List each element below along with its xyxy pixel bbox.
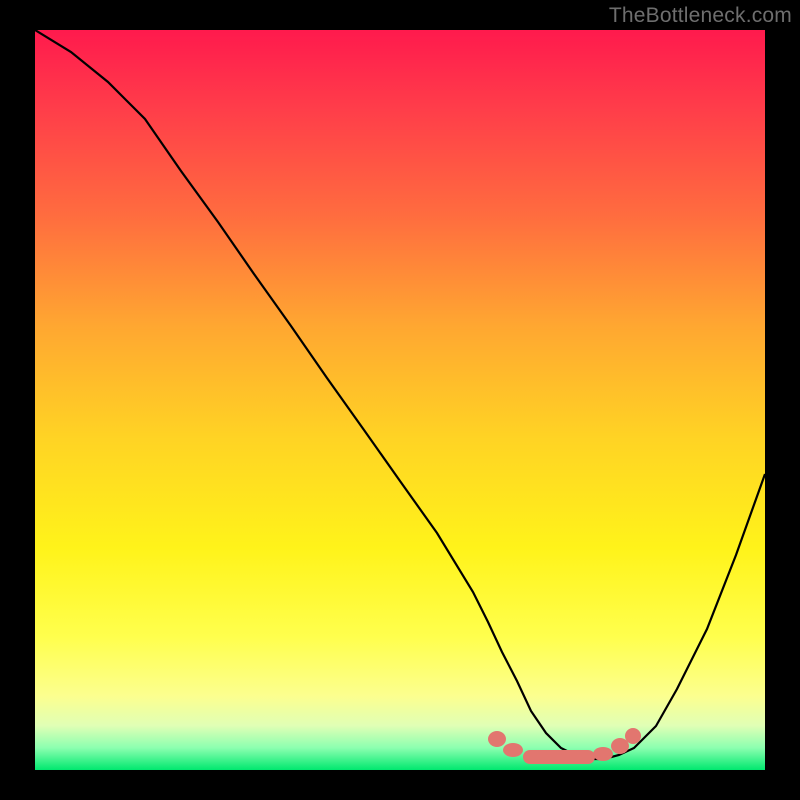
optimal-range-markers: [488, 728, 641, 764]
plot-area: [35, 30, 765, 770]
watermark-text: TheBottleneck.com: [609, 4, 792, 28]
chart-frame: TheBottleneck.com: [0, 0, 800, 800]
bottleneck-curve: [35, 30, 765, 759]
curve-layer: [35, 30, 765, 770]
